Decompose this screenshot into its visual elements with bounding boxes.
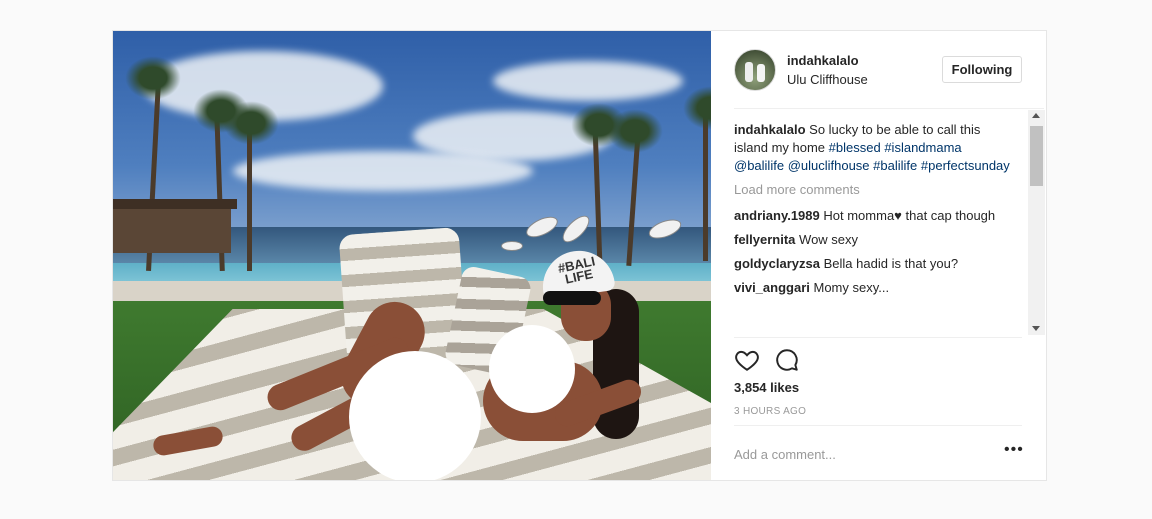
post-header: indahkalalo Ulu Cliffhouse Following <box>711 31 1046 108</box>
add-comment-input[interactable] <box>734 440 984 468</box>
comment-username[interactable]: vivi_anggari <box>734 280 810 295</box>
username[interactable]: indahkalalo <box>787 53 859 68</box>
following-button[interactable]: Following <box>942 56 1022 83</box>
more-options-icon[interactable]: ••• <box>1004 442 1023 462</box>
cloud <box>233 151 533 191</box>
post-timestamp[interactable]: 3 HOURS AGO <box>734 406 806 417</box>
comment-username[interactable]: andriany.1989 <box>734 208 820 223</box>
scroll-up-arrow-icon[interactable] <box>1032 113 1040 118</box>
hashtag[interactable]: #islandmama <box>884 140 961 155</box>
scroll-down-arrow-icon[interactable] <box>1032 326 1040 331</box>
action-bar <box>734 337 1022 377</box>
heart-icon[interactable] <box>734 347 760 373</box>
caption: indahkalalo So lucky to be able to call … <box>734 121 1014 175</box>
load-more-comments-link[interactable]: Load more comments <box>734 181 1014 199</box>
censor-circle <box>349 351 481 480</box>
palm-trunk <box>703 111 708 261</box>
comment-item: vivi_anggari Momy sexy... <box>734 279 1014 297</box>
avatar[interactable] <box>734 49 776 91</box>
hashtag[interactable]: #balilife <box>873 158 917 173</box>
post-card: #BALI LIFE indahkalalo Ulu Cliffhouse Fo… <box>112 30 1047 481</box>
comment-text: Wow sexy <box>799 232 859 247</box>
palm-frond <box>607 109 663 153</box>
post-photo[interactable]: #BALI LIFE <box>113 31 711 480</box>
scroll-thumb[interactable] <box>1030 126 1043 186</box>
comment-username[interactable]: goldyclaryzsa <box>734 256 820 271</box>
comment-item: andriany.1989 Hot momma♥ that cap though <box>734 207 1014 225</box>
add-comment-section: ••• <box>734 425 1023 480</box>
palm-frond <box>223 101 279 145</box>
palm-frond <box>125 56 181 100</box>
comment-item: fellyernita Wow sexy <box>734 231 1014 249</box>
mention[interactable]: @balilife <box>734 158 784 173</box>
comment-username[interactable]: fellyernita <box>734 232 795 247</box>
location[interactable]: Ulu Cliffhouse <box>787 72 868 87</box>
umbrella <box>501 241 523 251</box>
comment-text: Hot momma♥ that cap though <box>823 208 996 223</box>
comments-list: indahkalalo So lucky to be able to call … <box>734 108 1044 336</box>
comment-item: goldyclaryzsa Bella hadid is that you? <box>734 255 1014 273</box>
palm-frond <box>683 86 711 130</box>
comments-scrollbar[interactable] <box>1028 110 1045 335</box>
comments-inner: indahkalalo So lucky to be able to call … <box>734 121 1014 303</box>
hashtag[interactable]: #blessed <box>829 140 881 155</box>
likes-count[interactable]: 3,854 likes <box>734 380 799 395</box>
mention[interactable]: @uluclifhouse <box>788 158 870 173</box>
caption-username[interactable]: indahkalalo <box>734 122 806 137</box>
comment-icon[interactable] <box>774 347 800 373</box>
censor-circle <box>489 325 575 413</box>
comment-text: Momy sexy... <box>813 280 890 295</box>
comment-text: Bella hadid is that you? <box>823 256 959 271</box>
sunglasses <box>543 291 601 305</box>
post-sidebar: indahkalalo Ulu Cliffhouse Following ind… <box>711 31 1046 480</box>
hashtag[interactable]: #perfectsunday <box>921 158 1010 173</box>
pergola-roof <box>113 199 237 209</box>
cloud <box>493 61 683 101</box>
